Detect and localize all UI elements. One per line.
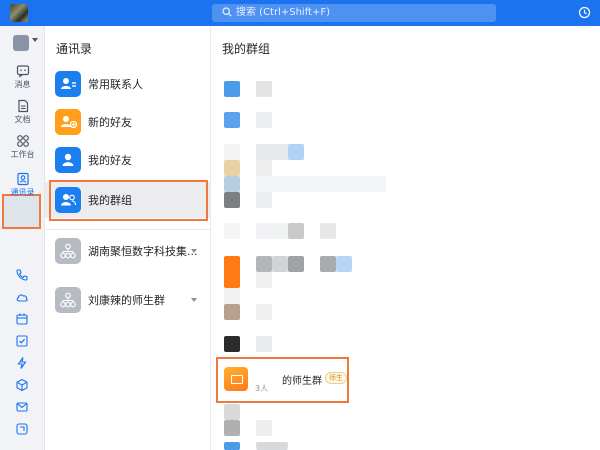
group-name-blurred (288, 256, 304, 272)
group-name-blurred (256, 304, 272, 320)
history-icon[interactable] (578, 6, 591, 19)
group-name-blurred (256, 192, 272, 208)
task-icon[interactable] (15, 334, 29, 348)
lightning-icon[interactable] (15, 356, 29, 370)
group-avatar[interactable] (224, 336, 240, 352)
org-item-label: 刘康辣的师生群 (88, 294, 165, 307)
group-name-blurred (256, 160, 272, 176)
contacts-item-label: 新的好友 (88, 116, 132, 129)
group-avatar[interactable] (224, 144, 240, 160)
group-avatar[interactable] (224, 256, 240, 288)
user-avatar[interactable] (10, 4, 28, 22)
calendar-icon[interactable] (15, 312, 29, 326)
group-name[interactable]: 的师生群 (282, 372, 322, 387)
workbench-icon (16, 135, 29, 147)
more-icon[interactable] (15, 422, 29, 436)
group-name-blurred (288, 223, 304, 239)
group-avatar[interactable] (224, 304, 240, 320)
groups-panel: 我的群组 的师生群 师生 3人 (211, 26, 600, 450)
search-icon (222, 7, 232, 17)
contacts-icon (16, 172, 29, 186)
group-avatar[interactable] (224, 442, 240, 450)
contacts-item-my-friends[interactable]: 我的好友 (45, 142, 211, 178)
group-avatar[interactable] (224, 404, 240, 420)
chevron-down-icon[interactable] (32, 38, 38, 42)
contacts-item-frequent[interactable]: 常用联系人 (45, 66, 211, 102)
contacts-item-new-friends[interactable]: 新的好友 (45, 104, 211, 140)
org-item-company[interactable]: 湖南聚恒数字科技集... (45, 233, 211, 269)
group-name-blurred (288, 144, 304, 160)
group-name-blurred (256, 420, 272, 436)
rail-item-contacts[interactable]: 通讯录 (0, 172, 45, 198)
group-avatar[interactable] (224, 81, 240, 97)
rail-label: 通讯录 (10, 188, 35, 197)
group-avatar[interactable] (224, 112, 240, 128)
left-rail: 消息 文档 工作台 通讯录 (0, 26, 45, 450)
chevron-down-icon[interactable] (191, 298, 197, 302)
divider (45, 229, 211, 230)
rail-label: 消息 (14, 80, 31, 89)
contacts-item-label: 我的好友 (88, 154, 132, 167)
group-name-blurred (256, 112, 272, 128)
selection-highlight (49, 180, 208, 221)
group-avatar[interactable] (224, 160, 240, 176)
group-name-blurred (256, 256, 272, 272)
group-name-blurred (256, 336, 272, 352)
account-avatar[interactable] (13, 35, 29, 51)
search-input[interactable]: 搜索 (Ctrl+Shift+F) (212, 4, 496, 22)
my-friends-icon (55, 147, 81, 173)
group-name-blurred (256, 176, 386, 192)
group-name-blurred (256, 272, 272, 288)
group-avatar[interactable] (224, 223, 240, 239)
group-name-blurred (256, 442, 288, 450)
mail-icon[interactable] (15, 400, 29, 414)
rail-item-messages[interactable]: 消息 (0, 64, 45, 90)
org-icon (55, 287, 81, 313)
group-avatar-teacher[interactable] (224, 367, 248, 391)
panel-title: 通讯录 (56, 42, 93, 56)
document-icon (17, 99, 28, 113)
group-member-count: 3人 (255, 384, 269, 393)
contacts-item-label: 常用联系人 (88, 78, 143, 91)
org-item-label: 湖南聚恒数字科技集... (88, 245, 198, 258)
group-name-blurred (272, 256, 288, 272)
group-name-blurred (320, 223, 336, 239)
group-tag-badge: 师生 (325, 372, 347, 384)
box-icon[interactable] (15, 378, 29, 392)
group-name-blurred (336, 256, 352, 272)
org-item-teacher-group[interactable]: 刘康辣的师生群 (45, 282, 211, 318)
panel-title: 我的群组 (222, 42, 271, 56)
group-name-blurred (256, 81, 272, 97)
rail-item-docs[interactable]: 文档 (0, 99, 45, 125)
group-avatar[interactable] (224, 288, 240, 304)
rail-item-workbench[interactable]: 工作台 (0, 134, 45, 160)
org-icon (55, 238, 81, 264)
new-friends-icon (55, 109, 81, 135)
group-name-blurred (256, 223, 288, 239)
rail-label: 文档 (14, 115, 31, 124)
frequent-contacts-icon (55, 71, 81, 97)
cloud-icon[interactable] (15, 290, 29, 304)
group-name-blurred (320, 256, 336, 272)
group-avatar[interactable] (224, 192, 240, 208)
chat-icon (16, 65, 29, 78)
group-avatar[interactable] (224, 176, 240, 192)
search-placeholder: 搜索 (Ctrl+Shift+F) (236, 7, 331, 18)
contacts-panel: 通讯录 常用联系人 新的好友 我的好友 我的群组 湖南聚恒数字科技集... 刘康… (45, 26, 211, 450)
chevron-down-icon[interactable] (191, 249, 197, 253)
rail-label: 工作台 (10, 150, 35, 159)
group-name-blurred (256, 144, 288, 160)
phone-icon[interactable] (15, 268, 29, 282)
active-highlight (2, 194, 41, 229)
top-bar: 搜索 (Ctrl+Shift+F) (0, 0, 600, 26)
group-avatar[interactable] (224, 420, 240, 436)
